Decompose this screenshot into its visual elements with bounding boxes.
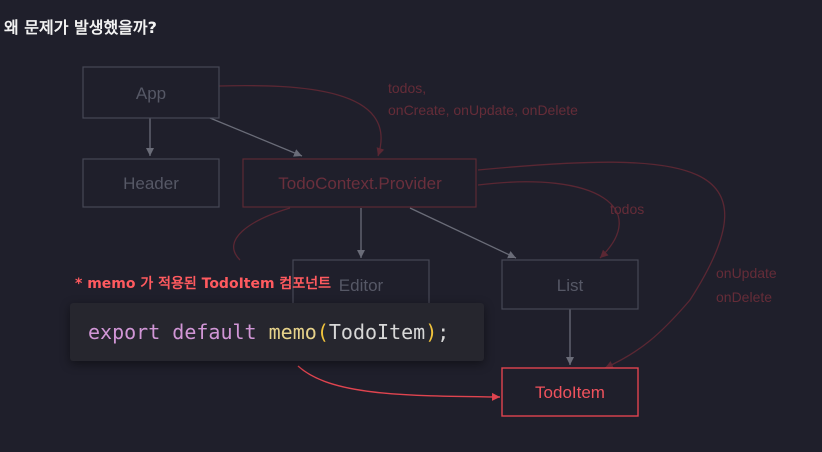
node-todoitem-label: TodoItem: [535, 383, 605, 402]
node-header-label: Header: [123, 174, 179, 193]
code-open-paren: (: [316, 320, 329, 344]
edge-app-provider-context: [218, 84, 385, 157]
edge-provider-todoitem-context: [477, 161, 726, 369]
edge-label-onupdate: onUpdate: [716, 265, 777, 281]
edge-label-handlers-1: onCreate, onUpdate, onDelete: [388, 102, 578, 118]
node-editor-label: Editor: [339, 276, 384, 295]
memo-note: * memo 가 적용된 TodoItem 컴포넌트: [75, 276, 331, 292]
code-export-keyword: export: [88, 320, 161, 344]
edge-label-todos-2: todos: [610, 201, 644, 217]
node-provider-label: TodoContext.Provider: [278, 174, 442, 193]
edge-provider-list: [409, 207, 517, 259]
edge-provider-editor-loop: [233, 207, 291, 261]
edge-label-todos-1: todos,: [388, 80, 426, 96]
edge-label-ondelete: onDelete: [716, 289, 772, 305]
node-app-label: App: [136, 84, 166, 103]
code-snippet: export default memo(TodoItem);: [70, 303, 484, 361]
edge-app-provider: [209, 117, 303, 157]
code-arg: TodoItem: [328, 320, 426, 344]
edge-code-todoitem: [297, 365, 501, 401]
code-memo-function: memo: [268, 320, 317, 344]
node-list-label: List: [557, 276, 584, 295]
component-diagram: App Header TodoContext.Provider Editor L…: [82, 66, 777, 417]
edge-provider-list-context: [477, 181, 620, 259]
code-default-keyword: default: [172, 320, 257, 344]
code-close-paren: ): [425, 320, 438, 344]
code-semicolon: ;: [437, 320, 450, 344]
